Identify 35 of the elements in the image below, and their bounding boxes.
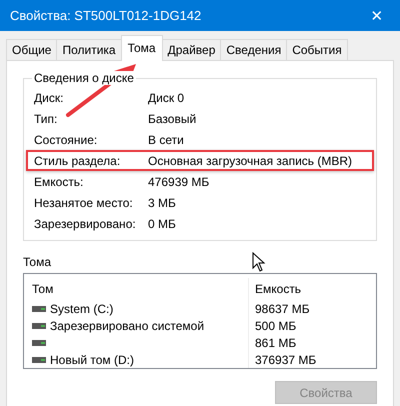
field-label: Зарезервировано: (34, 216, 137, 230)
volume-capacity[interactable]: 98637 МБ (255, 302, 310, 316)
drive-icon (32, 322, 46, 328)
field-label: Емкость: (34, 174, 84, 188)
field-value: Диск 0 (148, 90, 184, 104)
volume-capacity[interactable]: 500 МБ (255, 318, 296, 332)
close-button[interactable]: ✕ (354, 0, 400, 31)
field-label: Состояние: (34, 132, 98, 146)
field-label: Стиль раздела: (34, 154, 122, 168)
mouse-cursor-icon (252, 252, 266, 272)
field-value: 0 МБ (148, 216, 176, 230)
tab[interactable]: Тома (120, 35, 163, 61)
group-title: Сведения о диске (32, 71, 136, 85)
volume-capacity[interactable]: 861 МБ (255, 336, 296, 350)
field-label: Тип: (34, 112, 58, 126)
field-value: Основная загрузочная запись (MBR) (148, 154, 352, 168)
field-value: 3 МБ (148, 196, 176, 210)
volume-capacity[interactable]: 376937 МБ (255, 352, 316, 366)
field-label: Диск: (34, 90, 64, 104)
column-header[interactable]: Том (32, 282, 54, 296)
volume-name[interactable]: Зарезервировано системой (50, 318, 204, 332)
drive-icon (32, 356, 46, 362)
drive-icon (32, 340, 46, 346)
drive-icon (32, 306, 46, 312)
volume-name[interactable]: Новый том (D:) (50, 352, 134, 366)
field-value: В сети (148, 132, 184, 146)
window-title: Свойства: ST500LT012-1DG142 (10, 8, 202, 23)
field-value: 476939 МБ (148, 174, 210, 188)
field-label: Незанятое место: (34, 196, 134, 210)
field-value: Базовый (148, 112, 196, 126)
column-header[interactable]: Емкость (255, 282, 302, 296)
tab[interactable]: Общие (6, 39, 58, 60)
section-title: Тома (23, 255, 51, 269)
volume-name[interactable]: System (C:) (50, 302, 114, 316)
tab[interactable]: События (286, 39, 348, 60)
